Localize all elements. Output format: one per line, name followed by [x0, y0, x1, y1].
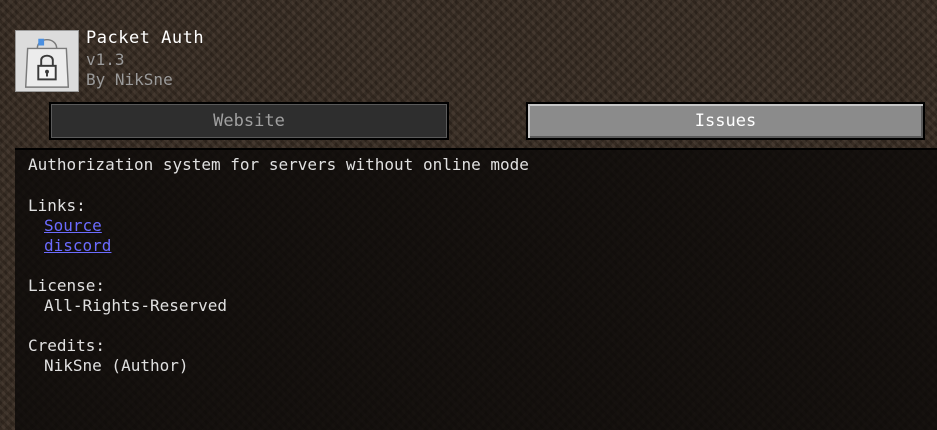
- source-link[interactable]: Source: [44, 216, 102, 235]
- license-heading: License:: [28, 276, 106, 295]
- mod-header: Packet Auth v1.3 By NikSne Website Issue…: [0, 0, 937, 150]
- mod-version: v1.3: [86, 50, 125, 69]
- website-button[interactable]: Website: [49, 102, 449, 140]
- license-value: All-Rights-Reserved: [44, 296, 228, 315]
- mod-author: By NikSne: [86, 70, 173, 89]
- credits-value: NikSne (Author): [44, 356, 189, 375]
- discord-link[interactable]: discord: [44, 236, 111, 255]
- lock-bag-icon: [15, 30, 79, 92]
- mod-description: Authorization system for servers without…: [28, 155, 529, 174]
- mod-title: Packet Auth: [86, 28, 205, 48]
- credits-heading: Credits:: [28, 336, 106, 355]
- issues-button[interactable]: Issues: [526, 102, 925, 140]
- links-heading: Links:: [28, 196, 86, 215]
- mod-details-panel[interactable]: Authorization system for servers without…: [15, 148, 937, 430]
